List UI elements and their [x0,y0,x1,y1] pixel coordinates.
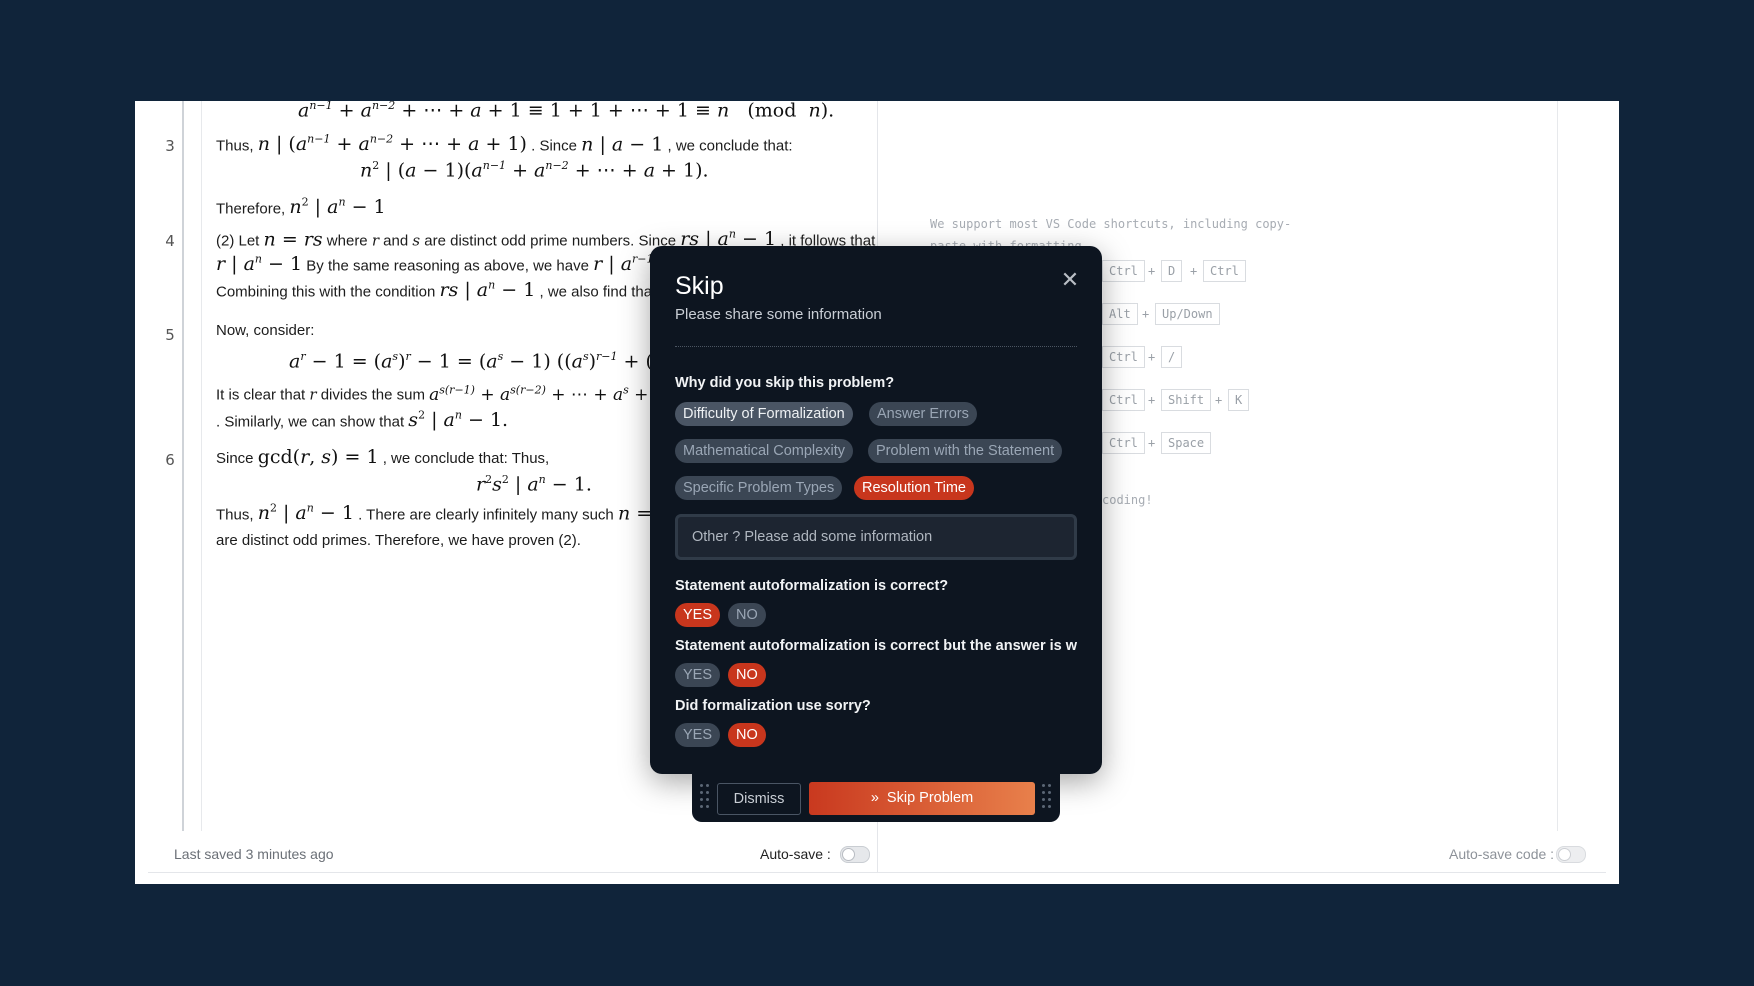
autosave-label: Auto-save : [760,846,831,862]
equation-n2: n2 | (a − 1)(an−1 + an−2 + ⋯ + a + 1). [360,159,709,182]
used-sorry-yes[interactable]: YES [675,723,721,747]
drag-grip-icon[interactable] [1042,784,1052,812]
divider [675,346,1077,347]
gutter-divider [201,101,202,831]
text-line: r | an − 1 By the same reasoning as abov… [216,253,694,276]
autosave-code-toggle[interactable] [1556,846,1586,863]
skip-reason-question: Why did you skip this problem? [675,375,895,391]
kbd-key: Ctrl [1102,432,1145,454]
plus-sign: + [1142,307,1150,321]
kbd-key: Shift [1161,389,1212,411]
line-number: 3 [165,137,175,155]
kbd-key: K [1228,389,1250,411]
kbd-key: / [1161,346,1183,368]
dialog-title: Skip [675,272,724,300]
close-icon[interactable]: ✕ [1058,268,1082,292]
kbd-key: D [1161,260,1183,282]
reason-chip-mathematical-complexity[interactable]: Mathematical Complexity [675,439,853,463]
code-closing: coding! [1102,493,1153,507]
editor-edge [1557,101,1558,831]
reason-chip-problem-with-statement[interactable]: Problem with the Statement [868,439,1063,463]
skip-button-label: Skip Problem [886,790,974,806]
statement-correct-no[interactable]: NO [728,603,766,627]
line-number: 6 [165,451,175,469]
skip-problem-button[interactable]: » Skip Problem [809,782,1035,815]
kbd-key: Ctrl [1102,260,1145,282]
autosave-toggle[interactable] [840,846,870,863]
equation-r2s2: r2s2 | an − 1. [476,473,592,496]
other-info-field[interactable]: Other ? Please add some information [675,514,1077,560]
line-number: 5 [165,326,175,344]
dialog-actions: Dismiss » Skip Problem [692,774,1060,822]
text-line: Therefore, n2 | an − 1 [216,196,386,219]
text-line: Since gcd(r, s) = 1 , we conclude that: … [216,446,550,468]
plus-sign: + [1190,264,1198,278]
text-line: Combining this with the condition rs | a… [216,279,672,302]
gutter [182,101,184,831]
plus-sign: + [1148,393,1156,407]
question-answer-wrong: Statement autoformalization is correct b… [675,638,1077,654]
text-line: . Similarly, we can show that s2 | an − … [216,409,509,432]
text-line: Thus, n | (an−1 + an−2 + ⋯ + a + 1) . Si… [216,133,793,156]
code-hint: We support most VS Code shortcuts, inclu… [930,217,1292,231]
used-sorry-no[interactable]: NO [728,723,766,747]
question-used-sorry: Did formalization use sorry? [675,698,871,714]
text-line: are distinct odd primes. Therefore, we h… [216,532,581,549]
reason-chip-difficulty-of-formalization[interactable]: Difficulty of Formalization [675,402,853,426]
line-number: 4 [165,232,175,250]
kbd-key: Alt [1102,303,1138,325]
drag-grip-icon[interactable] [700,784,710,812]
reason-chip-resolution-time[interactable]: Resolution Time [854,476,974,500]
double-chevron-right-icon: » [870,790,879,806]
text-line: It is clear that r divides the sum as(r−… [216,383,665,405]
kbd-key: Up/Down [1155,303,1220,325]
dismiss-button[interactable]: Dismiss [717,783,801,815]
text-line: Now, consider: [216,322,315,339]
skip-dialog: Skip Please share some information ✕ Why… [650,246,1102,774]
reason-chip-specific-problem-types[interactable]: Specific Problem Types [675,476,843,500]
text-line: Thus, n2 | an − 1 . There are clearly in… [216,502,722,525]
toggle-knob [842,848,855,861]
autosave-code-label: Auto-save code : [1449,846,1555,862]
kbd-key: Ctrl [1102,389,1145,411]
dialog-subtitle: Please share some information [675,306,882,323]
reason-chip-answer-errors[interactable]: Answer Errors [869,402,977,426]
question-statement-correct: Statement autoformalization is correct? [675,578,949,594]
kbd-key: Ctrl [1203,260,1246,282]
kbd-key: Ctrl [1102,346,1145,368]
last-saved-status: Last saved 3 minutes ago [174,846,334,862]
plus-sign: + [1215,393,1223,407]
answer-wrong-no[interactable]: NO [728,663,766,687]
kbd-key: Space [1161,432,1212,454]
answer-wrong-yes[interactable]: YES [675,663,721,687]
toggle-knob [1558,848,1571,861]
equation-mod: an−1 + an−2 + ⋯ + a + 1 ≡ 1 + 1 + ⋯ + 1 … [298,101,835,122]
plus-sign: + [1148,436,1156,450]
statement-correct-yes[interactable]: YES [675,603,721,627]
plus-sign: + [1148,350,1156,364]
plus-sign: + [1148,264,1156,278]
